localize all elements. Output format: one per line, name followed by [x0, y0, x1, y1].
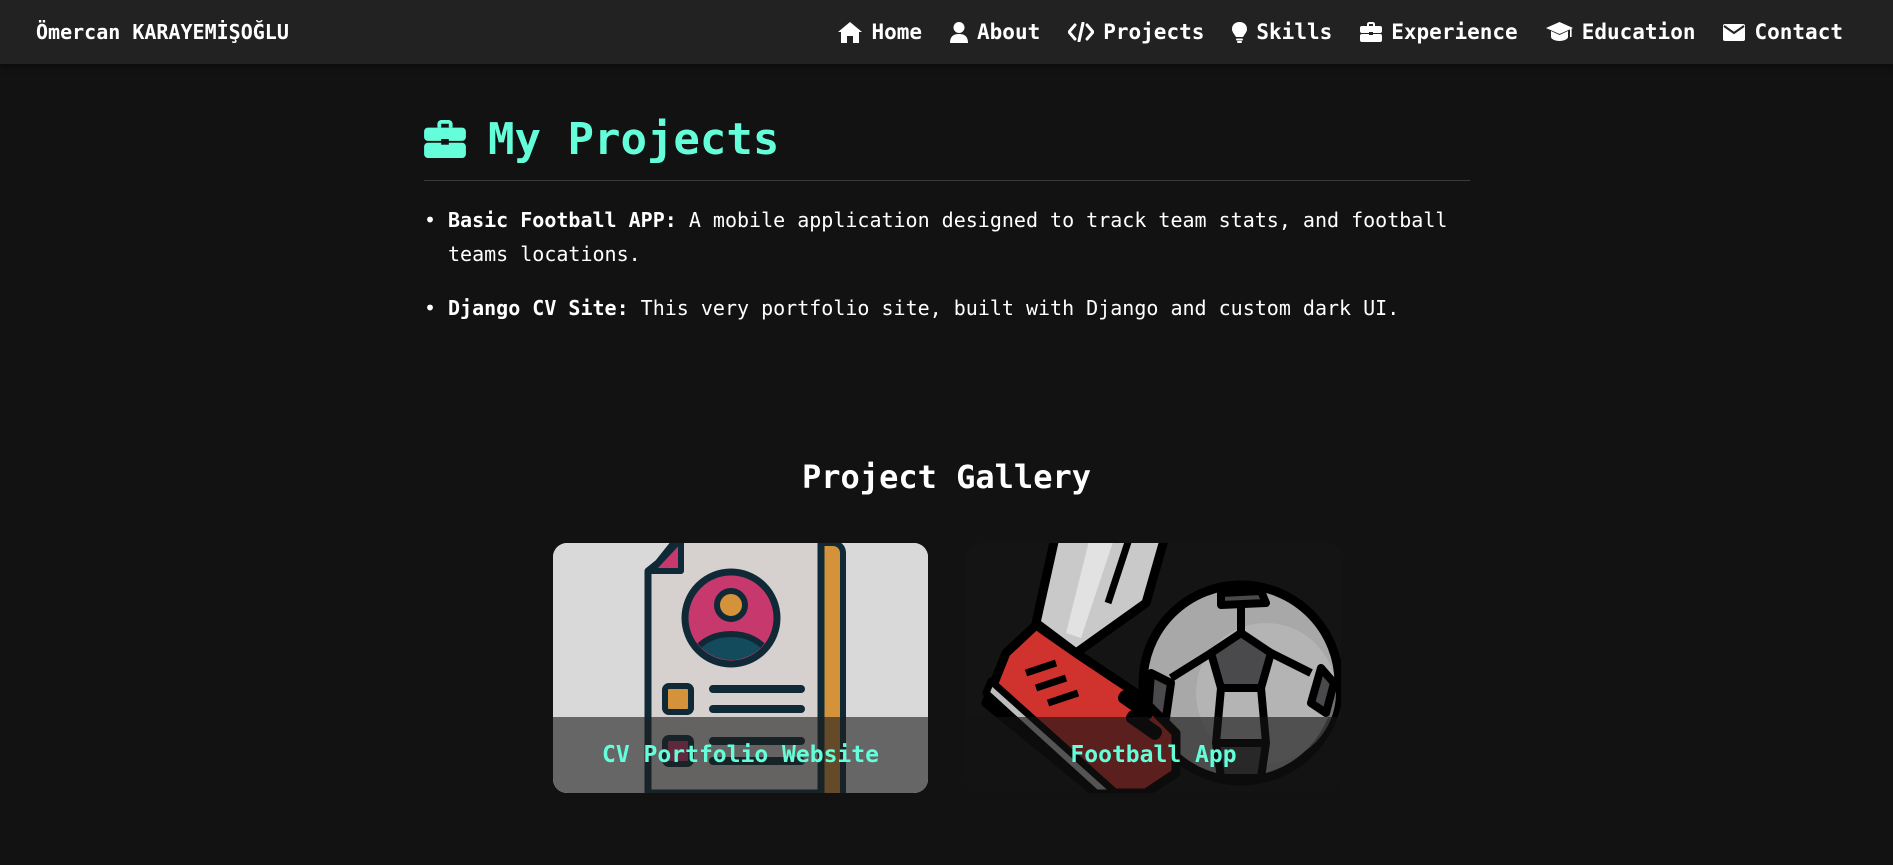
page-title-text: My Projects — [488, 113, 780, 165]
briefcase-icon — [424, 120, 466, 158]
nav-link-label: Skills — [1256, 20, 1333, 44]
nav-link-education[interactable]: Education — [1545, 20, 1696, 44]
card-caption: Football App — [966, 717, 1341, 793]
project-name: Basic Football APP: — [448, 208, 677, 232]
nav-link-label: Home — [871, 20, 923, 44]
lightbulb-icon — [1232, 21, 1248, 43]
graduation-cap-icon — [1545, 22, 1573, 41]
page-title: My Projects — [424, 112, 1470, 166]
navbar: Ömercan KARAYEMİŞOĞLU Home About Project… — [0, 0, 1893, 64]
nav-link-contact[interactable]: Contact — [1723, 20, 1843, 44]
projects-section: My Projects • Basic Football APP: A mobi… — [424, 64, 1470, 345]
list-item: • Django CV Site: This very portfolio si… — [424, 291, 1470, 325]
nav-link-label: Projects — [1103, 20, 1205, 44]
nav-links: Home About Projects Skills Experience Ed… — [838, 20, 1857, 44]
nav-link-label: Education — [1581, 20, 1696, 44]
list-item: • Basic Football APP: A mobile applicati… — [424, 203, 1470, 271]
briefcase-icon — [1360, 22, 1383, 42]
list-bullet: • — [424, 208, 437, 232]
nav-link-projects[interactable]: Projects — [1068, 20, 1204, 44]
list-bullet: • — [424, 296, 437, 320]
nav-link-home[interactable]: Home — [838, 20, 922, 44]
nav-link-skills[interactable]: Skills — [1232, 20, 1332, 44]
project-name: Django CV Site: — [448, 296, 629, 320]
code-icon — [1068, 22, 1095, 42]
nav-link-label: About — [977, 20, 1041, 44]
envelope-icon — [1723, 23, 1746, 41]
user-icon — [950, 21, 969, 43]
nav-link-experience[interactable]: Experience — [1360, 20, 1518, 44]
project-list: • Basic Football APP: A mobile applicati… — [424, 203, 1470, 325]
brand-name[interactable]: Ömercan KARAYEMİŞOĞLU — [36, 20, 289, 44]
nav-link-about[interactable]: About — [950, 20, 1040, 44]
home-icon — [838, 21, 863, 43]
nav-link-label: Experience — [1391, 20, 1518, 44]
gallery-card-football[interactable]: Football App — [966, 543, 1341, 793]
card-caption: CV Portfolio Website — [553, 717, 928, 793]
gallery-title: Project Gallery — [802, 458, 1091, 496]
gallery-card-cv[interactable]: CV Portfolio Website — [553, 543, 928, 793]
project-description: This very portfolio site, built with Dja… — [628, 296, 1400, 320]
nav-link-label: Contact — [1754, 20, 1843, 44]
divider — [424, 180, 1470, 181]
